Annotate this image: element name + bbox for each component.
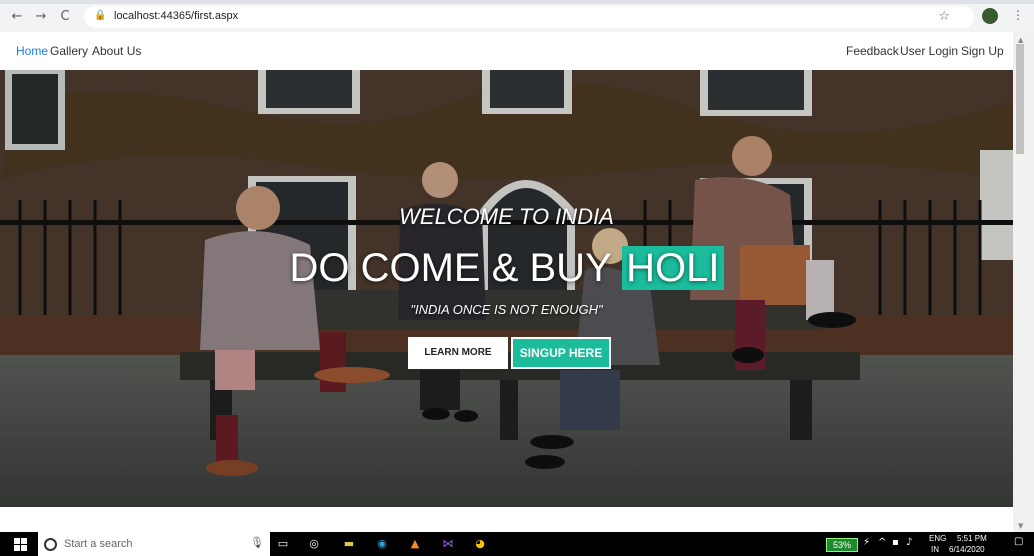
language-top[interactable]: ENG [929,534,946,543]
network-icon[interactable]: ▪ [892,537,899,548]
reload-icon[interactable]: C [58,10,72,24]
chrome-icon[interactable]: ◕ [472,536,488,552]
taskbar-search-placeholder: Start a search [64,538,133,550]
nav-gallery[interactable]: Gallery [50,44,88,58]
page-content-below-hero [0,507,1013,532]
nav-home[interactable]: Home [16,44,48,58]
windows-start-icon[interactable] [14,538,27,551]
site-navbar: Home Gallery About Us Feedback User Logi… [0,32,1013,71]
hero-quote: "INDIA ONCE IS NOT ENOUGH" [410,302,603,317]
browser-menu-icon[interactable]: ⋮ [1012,8,1024,22]
notifications-icon[interactable]: ▢ [1014,536,1023,547]
volume-icon[interactable]: ♪ [906,537,912,548]
media-app-icon[interactable]: ◎ [306,536,322,552]
nav-about-us[interactable]: About Us [92,44,141,58]
profile-avatar[interactable] [982,8,998,24]
clock-date[interactable]: 6/14/2020 [949,545,985,554]
scroll-up-icon[interactable]: ▲ [1018,36,1023,44]
microphone-icon[interactable]: 🎙 [250,536,264,549]
nav-sign-up[interactable]: Sign Up [961,44,1004,58]
nav-user-login[interactable]: User Login [900,44,958,58]
hero-banner: WELCOME TO INDIA DO COME & BUY HOLI "IND… [0,70,1013,507]
forward-icon[interactable]: → [34,10,48,24]
learn-more-button[interactable]: LEARN MORE [408,337,508,369]
battery-indicator[interactable]: 53% [826,538,858,552]
url-text: localhost:44365/first.aspx [114,10,239,22]
telegram-icon[interactable]: ◉ [374,536,390,552]
lock-icon: 🔒 [94,10,107,21]
cortana-icon [44,538,57,551]
nav-feedback[interactable]: Feedback [846,44,899,58]
page-scrollbar[interactable]: ▲ ▼ [1013,32,1034,532]
address-bar[interactable]: 🔒 localhost:44365/first.aspx ☆ [84,6,974,28]
hero-headline-highlight: HOLI [622,246,724,290]
task-view-icon[interactable]: ▭ [275,536,291,552]
tray-expand-icon[interactable]: ^ [878,537,886,548]
power-icon[interactable]: ⚡ [863,537,870,548]
language-bottom[interactable]: IN [931,545,939,554]
hero-welcome: WELCOME TO INDIA [399,204,614,229]
bookmark-star-icon[interactable]: ☆ [938,9,950,24]
tab-strip [0,0,1034,4]
back-icon[interactable]: ← [10,10,24,24]
hero-headline-main: DO COME & BUY [289,246,612,290]
browser-toolbar: ← → C 🔒 localhost:44365/first.aspx ☆ ⋮ [0,0,1034,32]
taskbar-search-box[interactable]: Start a search 🎙 [38,532,270,556]
vlc-icon[interactable]: ▲ [407,536,423,552]
file-explorer-icon[interactable]: ▬ [341,536,357,552]
clock-time[interactable]: 5:51 PM [957,534,987,543]
scroll-down-icon[interactable]: ▼ [1018,522,1023,530]
signup-button[interactable]: SINGUP HERE [511,337,611,369]
hero-headline: DO COME & BUY HOLI [0,246,1013,291]
windows-taskbar: Start a search 🎙 ▭ ◎ ▬ ◉ ▲ ⋈ ◕ 53% ⚡ ^ ▪… [0,532,1034,556]
scroll-thumb[interactable] [1016,44,1024,154]
visual-studio-icon[interactable]: ⋈ [440,536,456,552]
